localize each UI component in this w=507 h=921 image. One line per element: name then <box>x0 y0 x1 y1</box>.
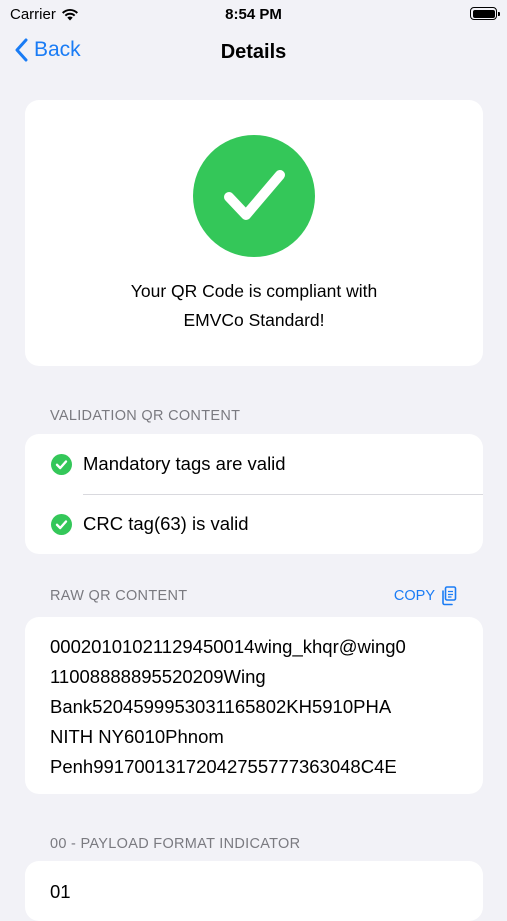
validation-section-header: VALIDATION QR CONTENT <box>50 408 241 424</box>
payload-card: 01 <box>25 861 483 921</box>
result-card: Your QR Code is compliant with EMVCo Sta… <box>25 100 483 366</box>
status-bar: Carrier 8:54 PM <box>0 0 507 30</box>
result-message-line1: Your QR Code is compliant with <box>130 281 378 301</box>
payload-section-header: 00 - PAYLOAD FORMAT INDICATOR <box>50 836 301 852</box>
validation-card: Mandatory tags are valid CRC tag(63) is … <box>25 434 483 554</box>
validation-item: CRC tag(63) is valid <box>25 494 483 554</box>
status-time: 8:54 PM <box>225 6 282 23</box>
copy-label: COPY <box>393 588 435 604</box>
check-circle-icon <box>51 453 72 475</box>
success-badge <box>193 135 315 257</box>
copy-button[interactable]: COPY <box>394 586 457 606</box>
validation-item: Mandatory tags are valid <box>25 434 483 494</box>
navigation-bar: Back Details <box>0 30 507 76</box>
result-message: Your QR Code is compliant with EMVCo Sta… <box>25 277 483 335</box>
raw-line: NITH NY6010Phnom <box>50 726 224 747</box>
raw-qr-content[interactable]: 00020101021129450014wing_khqr@wing0 1100… <box>50 632 463 782</box>
raw-section-header: RAW QR CONTENT <box>50 588 188 604</box>
check-circle-icon <box>51 513 72 535</box>
raw-line: Penh99170013172042755777363048C4E <box>50 756 397 777</box>
page-title: Details <box>220 41 287 63</box>
raw-line: 11008888895520209Wing <box>50 666 266 687</box>
battery-icon <box>470 7 500 20</box>
copy-document-icon <box>442 586 457 606</box>
checkmark-icon <box>224 170 285 220</box>
raw-line: Bank5204599953031165802KH5910PHA <box>50 696 392 717</box>
validation-item-label: CRC tag(63) is valid <box>83 513 249 534</box>
raw-content-card: 00020101021129450014wing_khqr@wing0 1100… <box>25 617 483 794</box>
validation-item-label: Mandatory tags are valid <box>83 453 286 474</box>
raw-line: 00020101021129450014wing_khqr@wing0 <box>50 636 406 657</box>
result-message-line2: EMVCo Standard! <box>183 310 325 330</box>
